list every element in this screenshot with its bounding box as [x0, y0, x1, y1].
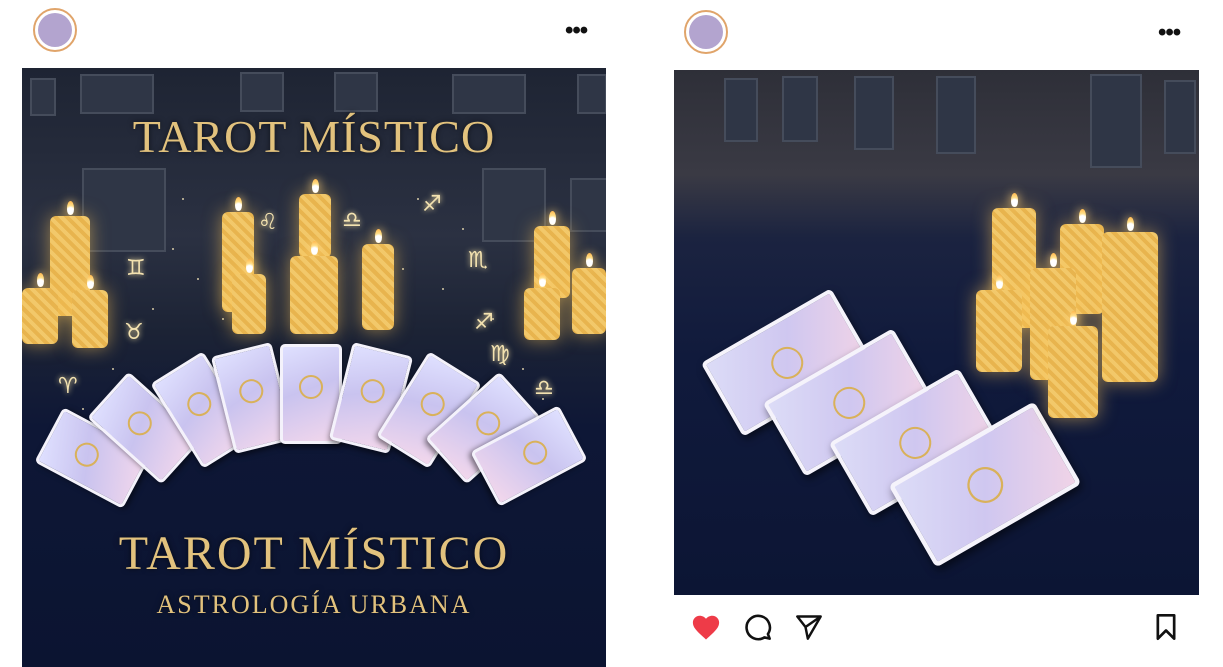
paper-plane-icon — [796, 615, 822, 640]
bookmark-icon — [1156, 613, 1176, 641]
post-left: ••• TAROT MÍSTICO ♊ ♉ ♈ ♌ ♎ ♐ ♏ ♐ ♍ ♎ TA… — [0, 0, 630, 667]
sagittarius-icon: ♐ — [474, 310, 494, 335]
sagittarius-icon: ♐ — [422, 192, 442, 217]
building-window — [452, 74, 526, 114]
candle — [1048, 311, 1098, 418]
candle — [362, 229, 394, 330]
building-window — [1090, 74, 1142, 168]
candle — [22, 273, 58, 344]
comment-button[interactable] — [742, 611, 774, 643]
scorpio-icon: ♏ — [468, 248, 488, 273]
building-window — [1164, 80, 1196, 154]
leo-icon: ♌ — [258, 210, 278, 235]
like-button[interactable] — [690, 611, 722, 643]
save-button[interactable] — [1150, 611, 1182, 643]
post-image[interactable] — [674, 70, 1199, 595]
profile-avatar[interactable] — [33, 8, 77, 52]
image-subtitle: ASTROLOGÍA URBANA — [156, 590, 472, 619]
candle — [572, 253, 606, 334]
building-window — [854, 76, 894, 150]
heart-icon — [692, 615, 720, 640]
more-options-button[interactable]: ••• — [1158, 21, 1181, 45]
candle — [290, 241, 338, 334]
image-title-top: TAROT MÍSTICO — [132, 111, 496, 162]
candle — [232, 259, 266, 334]
share-button[interactable] — [793, 611, 825, 643]
building-window — [936, 76, 976, 154]
image-title-bottom: TAROT MÍSTICO — [118, 527, 510, 580]
profile-avatar[interactable] — [684, 10, 728, 54]
gemini-icon: ♊ — [126, 256, 146, 281]
candle — [72, 275, 108, 348]
building-window — [334, 72, 378, 112]
libra-icon: ♎ — [534, 376, 554, 401]
libra-icon: ♎ — [342, 208, 362, 233]
building-window — [80, 74, 154, 114]
building-window — [240, 72, 284, 112]
comment-bubble-icon — [745, 614, 772, 641]
virgo-icon: ♍ — [490, 342, 510, 367]
aries-icon: ♈ — [58, 374, 78, 399]
building-window — [82, 168, 166, 252]
candle — [1102, 217, 1158, 382]
more-options-button[interactable]: ••• — [565, 19, 588, 43]
building-window — [570, 178, 606, 232]
building-window — [724, 78, 758, 142]
building-window — [577, 74, 606, 114]
candle — [524, 273, 560, 340]
taurus-icon: ♉ — [124, 320, 144, 345]
candle — [976, 275, 1022, 372]
post-image[interactable]: TAROT MÍSTICO ♊ ♉ ♈ ♌ ♎ ♐ ♏ ♐ ♍ ♎ TAROT … — [22, 68, 606, 667]
building-window — [782, 76, 818, 142]
